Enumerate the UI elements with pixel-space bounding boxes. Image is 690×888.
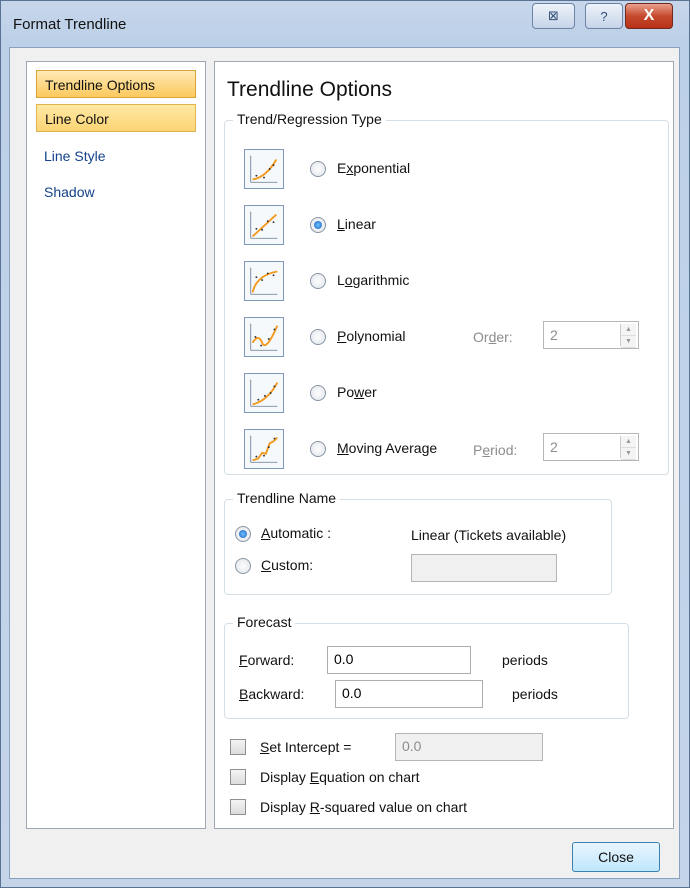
category-list: Trendline Options Line Color Line Style …: [26, 61, 206, 829]
order-label: Order:: [473, 329, 513, 345]
label-exponential[interactable]: Exponential: [337, 160, 410, 176]
logarithmic-icon: [244, 261, 284, 301]
radio-linear[interactable]: [310, 217, 326, 233]
spin-down-icon[interactable]: ▼: [621, 336, 636, 348]
label-linear[interactable]: Linear: [337, 216, 376, 232]
linear-icon: [244, 205, 284, 245]
nav-item-line-style[interactable]: Line Style: [36, 142, 196, 170]
label-automatic[interactable]: Automatic :: [261, 525, 331, 541]
moving-average-icon: [244, 429, 284, 469]
close-button[interactable]: Close: [572, 842, 660, 872]
spin-up-icon[interactable]: ▲: [621, 436, 636, 448]
period-label: Period:: [473, 442, 518, 458]
order-spinner[interactable]: 2 ▲ ▼: [543, 321, 639, 349]
restore-icon: ⊠: [548, 8, 559, 23]
polynomial-icon: [244, 317, 284, 357]
label-polynomial[interactable]: Polynomial: [337, 328, 405, 344]
trendline-name-group: Trendline Name Automatic : Linear (Ticke…: [224, 490, 612, 595]
forecast-label: Forecast: [233, 614, 296, 630]
order-value: 2: [550, 327, 558, 343]
radio-logarithmic[interactable]: [310, 273, 326, 289]
label-forward: Forward:: [239, 652, 295, 668]
dialog-body: Trendline Options Line Color Line Style …: [9, 47, 680, 879]
forward-unit: periods: [502, 652, 548, 668]
power-icon: [244, 373, 284, 413]
label-moving-average[interactable]: Moving Average: [337, 440, 437, 456]
label-set-intercept[interactable]: Set Intercept =: [260, 739, 351, 755]
help-icon: ?: [600, 8, 608, 24]
close-window-button[interactable]: X: [625, 3, 673, 29]
close-icon: X: [643, 7, 655, 24]
regression-type-label: Trend/Regression Type: [233, 111, 386, 127]
label-custom[interactable]: Custom:: [261, 557, 313, 573]
automatic-name-value: Linear (Tickets available): [411, 527, 567, 543]
period-spinner[interactable]: 2 ▲ ▼: [543, 433, 639, 461]
spin-up-icon[interactable]: ▲: [621, 324, 636, 336]
label-display-equation[interactable]: Display Equation on chart: [260, 769, 420, 785]
nav-item-shadow[interactable]: Shadow: [36, 178, 196, 206]
window-title: Format Trendline: [13, 16, 127, 33]
order-stepper[interactable]: ▲ ▼: [620, 324, 636, 348]
backward-unit: periods: [512, 686, 558, 702]
display-rsquared-checkbox[interactable]: [230, 799, 246, 815]
options-panel: Trendline Options Trend/Regression Type …: [214, 61, 674, 829]
label-logarithmic[interactable]: Logarithmic: [337, 272, 409, 288]
label-backward: Backward:: [239, 686, 305, 702]
intercept-input[interactable]: 0.0: [395, 733, 543, 761]
help-button[interactable]: ?: [585, 3, 623, 29]
radio-moving-average[interactable]: [310, 441, 326, 457]
label-display-rsquared[interactable]: Display R-squared value on chart: [260, 799, 467, 815]
label-power[interactable]: Power: [337, 384, 377, 400]
exponential-icon: [244, 149, 284, 189]
nav-item-line-color[interactable]: Line Color: [36, 104, 196, 132]
custom-name-input[interactable]: [411, 554, 557, 582]
backward-input[interactable]: 0.0: [335, 680, 483, 708]
trendline-name-label: Trendline Name: [233, 490, 341, 506]
nav-item-trendline-options[interactable]: Trendline Options: [36, 70, 196, 98]
radio-polynomial[interactable]: [310, 329, 326, 345]
radio-custom[interactable]: [235, 558, 251, 574]
set-intercept-checkbox[interactable]: [230, 739, 246, 755]
restore-button[interactable]: ⊠: [532, 3, 575, 29]
display-equation-checkbox[interactable]: [230, 769, 246, 785]
title-bar[interactable]: Format Trendline ⊠ ? X: [1, 1, 689, 47]
forecast-group: Forecast Forward: 0.0 periods Backward: …: [224, 614, 629, 719]
period-value: 2: [550, 439, 558, 455]
format-trendline-dialog: Format Trendline ⊠ ? X Trendline Options…: [0, 0, 690, 888]
regression-type-group: Trend/Regression Type Exponential Linear: [224, 111, 669, 475]
period-stepper[interactable]: ▲ ▼: [620, 436, 636, 460]
spin-down-icon[interactable]: ▼: [621, 448, 636, 460]
panel-heading: Trendline Options: [227, 78, 392, 101]
radio-automatic[interactable]: [235, 526, 251, 542]
radio-power[interactable]: [310, 385, 326, 401]
forward-input[interactable]: 0.0: [327, 646, 471, 674]
radio-exponential[interactable]: [310, 161, 326, 177]
